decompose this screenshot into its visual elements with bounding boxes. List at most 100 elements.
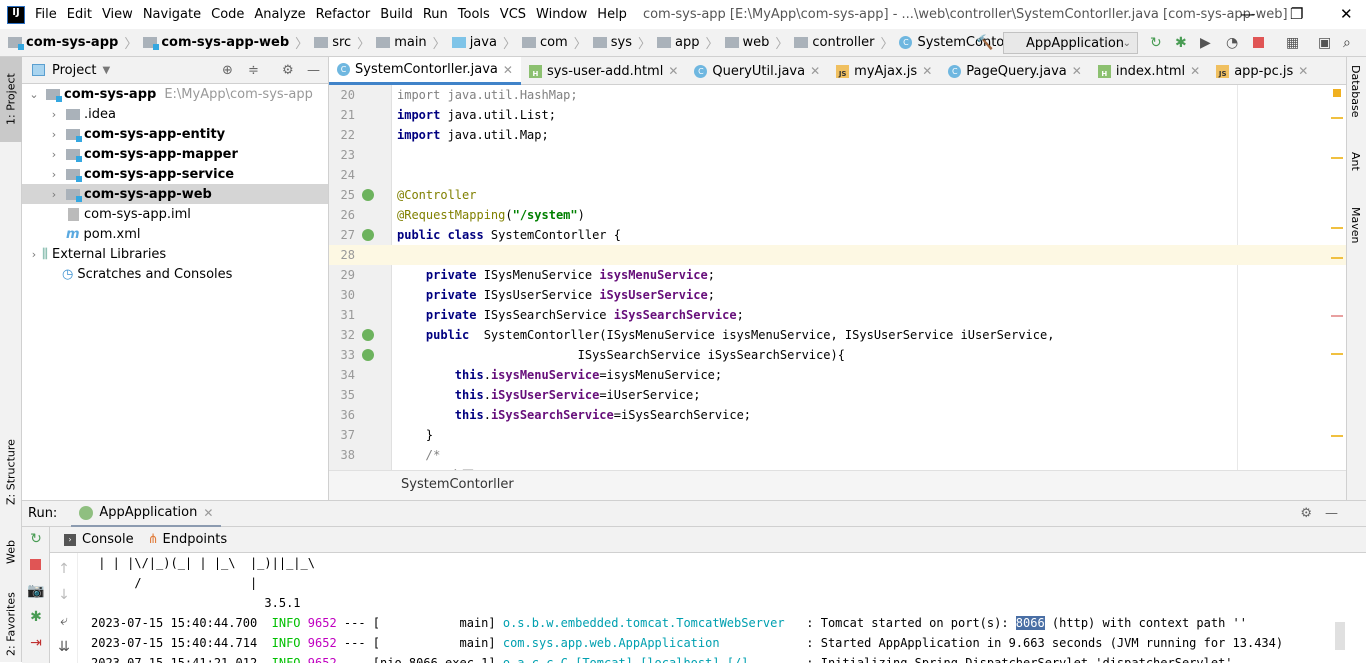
error-stripe-mark[interactable] <box>1331 435 1343 437</box>
error-stripe-mark[interactable] <box>1331 117 1343 119</box>
close-icon[interactable]: ✕ <box>1072 64 1082 78</box>
close-icon[interactable]: ✕ <box>810 64 820 78</box>
up-arrow-icon[interactable]: ↑ <box>50 561 78 577</box>
down-arrow-icon[interactable]: ↓ <box>50 587 78 603</box>
project-structure-icon[interactable]: ▦ <box>1286 35 1299 51</box>
gear-icon[interactable]: ⚙ <box>1300 506 1312 521</box>
menu-analyze[interactable]: Analyze <box>254 7 305 22</box>
editor-tab[interactable]: JS app-pc.js ✕ <box>1208 57 1316 85</box>
search-icon[interactable]: ⌕ <box>1343 35 1351 51</box>
menu-tools[interactable]: Tools <box>458 7 490 22</box>
close-icon[interactable]: ✕ <box>922 64 932 78</box>
tab-console[interactable]: Console <box>82 532 134 547</box>
debug-icon[interactable]: ✱ <box>22 609 50 625</box>
tree-item[interactable]: › com-sys-app-service <box>22 164 328 184</box>
spring-bean-icon[interactable] <box>362 349 374 361</box>
editor-tab[interactable]: C QueryUtil.java ✕ <box>686 57 828 85</box>
spring-bean-icon[interactable] <box>362 189 374 201</box>
menu-refactor[interactable]: Refactor <box>316 7 371 22</box>
breadcrumb-item[interactable]: com-sys-app-web 〉 <box>143 33 314 52</box>
scroll-to-end-icon[interactable]: ⇊ <box>50 639 78 655</box>
profile-icon[interactable]: ◔ <box>1226 35 1238 51</box>
breadcrumb-item[interactable]: src 〉 <box>314 33 376 52</box>
run-tab-appapplication[interactable]: AppApplication ✕ <box>71 501 222 527</box>
console-scrollbar[interactable] <box>1335 622 1345 650</box>
breadcrumb-item[interactable]: web 〉 <box>724 33 795 52</box>
database-tool-tab[interactable]: Database <box>1349 65 1362 118</box>
editor-tab[interactable]: Hindex.html ✕ <box>1090 57 1208 85</box>
close-icon[interactable]: ✕ <box>203 506 213 520</box>
breadcrumb-item[interactable]: com-sys-app 〉 <box>8 33 143 52</box>
web-tool-tab[interactable]: Web <box>0 527 22 577</box>
error-stripe-mark[interactable] <box>1331 257 1343 259</box>
menu-build[interactable]: Build <box>380 7 413 22</box>
editor-tab[interactable]: C PageQuery.java ✕ <box>940 57 1090 85</box>
rerun-icon[interactable]: ↻ <box>22 531 50 547</box>
soft-wrap-icon[interactable]: ⤶ <box>50 613 78 629</box>
error-stripe-mark[interactable] <box>1331 353 1343 355</box>
breadcrumb-item[interactable]: controller 〉 <box>794 33 899 52</box>
structure-tool-tab[interactable]: Z: Structure <box>0 427 22 517</box>
maven-tool-tab[interactable]: Maven <box>1349 207 1362 243</box>
breadcrumb-item[interactable]: sys 〉 <box>592 33 657 52</box>
minimize-button[interactable]: — <box>1240 5 1255 23</box>
tree-item[interactable]: › .idea <box>22 104 328 124</box>
run-configuration-dropdown[interactable]: AppApplication ⌄ <box>1003 32 1138 54</box>
tree-item[interactable]: › ⫼ External Libraries <box>22 244 328 264</box>
breadcrumb-item[interactable]: main 〉 <box>376 33 452 52</box>
menu-edit[interactable]: Edit <box>67 7 92 22</box>
menu-code[interactable]: Code <box>211 7 244 22</box>
editor-breadcrumb[interactable]: SystemContorller <box>329 470 1346 500</box>
coverage-icon[interactable]: ▶ <box>1200 35 1211 51</box>
error-stripe-mark[interactable] <box>1331 227 1343 229</box>
terminal-icon[interactable]: ▣ <box>1318 35 1331 51</box>
hide-icon[interactable]: — <box>307 63 320 78</box>
error-stripe-mark[interactable] <box>1331 315 1343 317</box>
error-stripe-mark[interactable] <box>1331 157 1343 159</box>
tree-item[interactable]: m pom.xml <box>22 224 328 244</box>
project-tool-tab[interactable]: 1: Project <box>0 57 22 142</box>
chevron-down-icon[interactable]: ▼ <box>102 65 110 76</box>
spring-bean-icon[interactable] <box>362 229 374 241</box>
menu-run[interactable]: Run <box>423 7 448 22</box>
stop-icon[interactable] <box>30 559 41 570</box>
tree-item[interactable]: › com-sys-app-web <box>22 184 328 204</box>
favorites-tool-tab[interactable]: 2: Favorites <box>0 587 22 662</box>
stop-icon[interactable] <box>1253 37 1264 48</box>
editor-tab[interactable]: C SystemContorller.java ✕ <box>329 57 521 85</box>
tree-item[interactable]: › com-sys-app-entity <box>22 124 328 144</box>
gear-icon[interactable]: ⚙ <box>282 63 294 78</box>
breadcrumb-item[interactable]: java 〉 <box>451 33 522 52</box>
editor-tab[interactable]: Hsys-user-add.html ✕ <box>521 57 686 85</box>
menu-file[interactable]: File <box>35 7 57 22</box>
menu-vcs[interactable]: VCS <box>500 7 526 22</box>
close-button[interactable]: ✕ <box>1340 5 1353 23</box>
ant-tool-tab[interactable]: Ant <box>1349 152 1362 171</box>
project-view-selector[interactable]: Project <box>52 63 96 78</box>
rerun-icon[interactable]: ↻ <box>1150 35 1162 51</box>
build-hammer-icon[interactable]: 🔨 <box>976 35 993 51</box>
camera-icon[interactable]: 📷 <box>22 583 50 599</box>
menu-navigate[interactable]: Navigate <box>143 7 201 22</box>
console-output[interactable]: | | |\/|_)(_| | |_\ |_)||_|_\ / | 3.5.1 2… <box>91 553 1341 663</box>
tree-item[interactable]: ◷ Scratches and Consoles <box>22 264 328 284</box>
code-area[interactable]: 20 import java.util.HashMap; 21 import java… <box>329 85 1346 470</box>
breadcrumb-item[interactable]: com 〉 <box>521 33 593 52</box>
close-icon[interactable]: ✕ <box>668 64 678 78</box>
tab-endpoints[interactable]: Endpoints <box>163 532 228 547</box>
menu-help[interactable]: Help <box>597 7 627 22</box>
hide-icon[interactable]: — <box>1325 506 1338 521</box>
tree-item[interactable]: › com-sys-app-mapper <box>22 144 328 164</box>
collapse-all-icon[interactable]: ≑ <box>248 63 259 78</box>
close-icon[interactable]: ✕ <box>503 63 513 77</box>
debug-icon[interactable]: ✱ <box>1175 35 1187 51</box>
exit-icon[interactable]: ⇥ <box>22 635 50 651</box>
breadcrumb-item[interactable]: app 〉 <box>657 33 725 52</box>
menu-window[interactable]: Window <box>536 7 587 22</box>
editor-tab[interactable]: JS myAjax.js ✕ <box>828 57 940 85</box>
warning-indicator[interactable] <box>1333 89 1341 97</box>
menu-view[interactable]: View <box>102 7 133 22</box>
chevron-down-icon[interactable]: ⌄ <box>26 88 42 101</box>
restore-button[interactable]: ❐ <box>1290 5 1303 23</box>
close-icon[interactable]: ✕ <box>1190 64 1200 78</box>
